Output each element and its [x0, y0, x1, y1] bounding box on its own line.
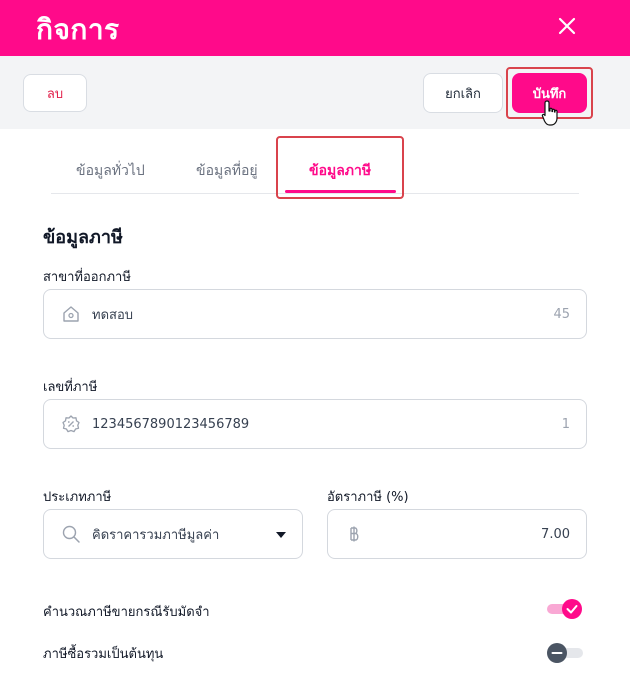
- tab-general-info[interactable]: ข้อมูลทั่วไป: [76, 160, 145, 182]
- tax-type-select[interactable]: คิดราคารวมภาษีมูลค่า: [43, 509, 303, 559]
- tax-rate-label: อัตราภาษี (%): [327, 490, 409, 505]
- tax-id-char-count: 1: [561, 416, 570, 432]
- branch-input[interactable]: ทดสอบ 45: [43, 289, 587, 339]
- section-title: ข้อมูลภาษี: [43, 227, 123, 248]
- tax-id-input[interactable]: 1234567890123456789 1: [43, 399, 587, 449]
- tab-tax-highlight: [276, 136, 404, 199]
- branch-char-count: 45: [553, 306, 570, 322]
- chevron-down-icon[interactable]: [276, 531, 286, 539]
- action-toolbar: ลบ ยกเลิก บันทึก: [0, 56, 630, 129]
- delete-button[interactable]: ลบ: [23, 74, 87, 112]
- tax-id-value: 1234567890123456789: [92, 416, 250, 432]
- close-icon[interactable]: [556, 15, 578, 37]
- search-icon: [62, 525, 80, 543]
- hand-cursor-icon: [541, 100, 558, 126]
- tax-type-value: คิดราคารวมภาษีมูลค่า: [92, 527, 220, 543]
- deposit-tax-toggle[interactable]: [547, 598, 583, 620]
- cancel-button[interactable]: ยกเลิก: [423, 73, 503, 113]
- baht-icon: [350, 526, 359, 542]
- tax-type-label: ประเภทภาษี: [43, 490, 112, 505]
- purchase-tax-cost-toggle[interactable]: [547, 642, 583, 664]
- percent-badge-icon: [62, 415, 80, 433]
- tax-rate-input[interactable]: 7.00: [327, 509, 587, 559]
- tax-id-label: เลขที่ภาษี: [43, 380, 98, 395]
- tab-address-info[interactable]: ข้อมูลที่อยู่: [196, 160, 258, 182]
- tax-rate-value: 7.00: [541, 526, 570, 542]
- branch-value: ทดสอบ: [92, 307, 134, 323]
- purchase-tax-cost-toggle-label: ภาษีซื้อรวมเป็นต้นทุน: [43, 647, 164, 662]
- dialog-header: กิจการ: [0, 0, 630, 56]
- dialog-title: กิจการ: [36, 13, 120, 46]
- branch-label: สาขาที่ออกภาษี: [43, 270, 131, 285]
- deposit-tax-toggle-label: คำนวณภาษีขายกรณีรับมัดจำ: [43, 605, 210, 620]
- home-icon: [63, 306, 79, 322]
